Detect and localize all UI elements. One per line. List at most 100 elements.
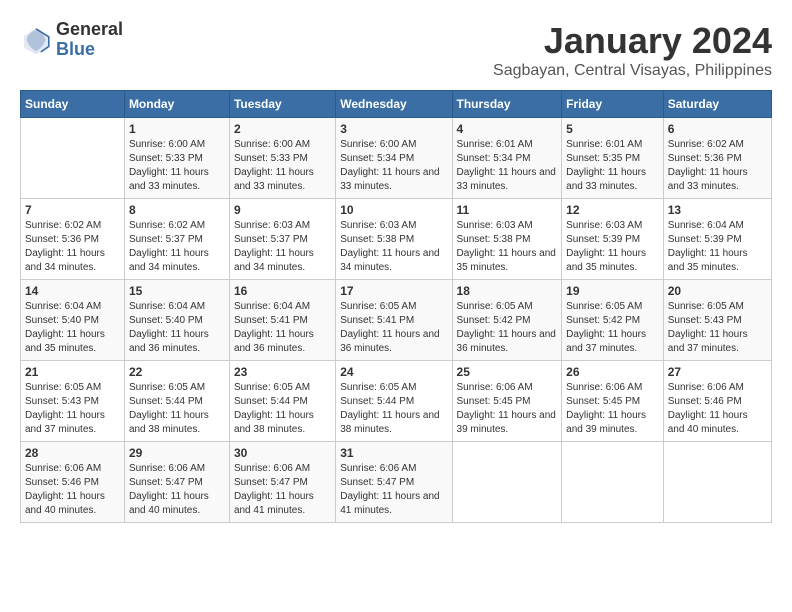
day-number: 16 — [234, 284, 331, 298]
calendar-cell — [663, 442, 771, 523]
calendar-cell: 24 Sunrise: 6:05 AM Sunset: 5:44 PM Dayl… — [336, 361, 452, 442]
day-number: 20 — [668, 284, 767, 298]
calendar-cell: 13 Sunrise: 6:04 AM Sunset: 5:39 PM Dayl… — [663, 199, 771, 280]
logo-line2: Blue — [56, 40, 123, 60]
day-info: Sunrise: 6:03 AM Sunset: 5:38 PM Dayligh… — [457, 219, 558, 275]
day-info: Sunrise: 6:00 AM Sunset: 5:33 PM Dayligh… — [129, 138, 225, 194]
day-info: Sunrise: 6:00 AM Sunset: 5:33 PM Dayligh… — [234, 138, 331, 194]
calendar-table: SundayMondayTuesdayWednesdayThursdayFrid… — [20, 90, 772, 523]
day-info: Sunrise: 6:03 AM Sunset: 5:39 PM Dayligh… — [566, 219, 659, 275]
day-info: Sunrise: 6:05 AM Sunset: 5:44 PM Dayligh… — [234, 381, 331, 437]
day-number: 19 — [566, 284, 659, 298]
calendar-cell — [452, 442, 562, 523]
calendar-cell: 20 Sunrise: 6:05 AM Sunset: 5:43 PM Dayl… — [663, 280, 771, 361]
day-info: Sunrise: 6:02 AM Sunset: 5:37 PM Dayligh… — [129, 219, 225, 275]
calendar-header: SundayMondayTuesdayWednesdayThursdayFrid… — [21, 91, 772, 118]
day-number: 26 — [566, 365, 659, 379]
day-number: 22 — [129, 365, 225, 379]
calendar-cell: 21 Sunrise: 6:05 AM Sunset: 5:43 PM Dayl… — [21, 361, 125, 442]
calendar-cell — [21, 118, 125, 199]
weekday-header: Sunday — [21, 91, 125, 118]
day-info: Sunrise: 6:02 AM Sunset: 5:36 PM Dayligh… — [668, 138, 767, 194]
day-info: Sunrise: 6:01 AM Sunset: 5:35 PM Dayligh… — [566, 138, 659, 194]
day-number: 30 — [234, 446, 331, 460]
day-info: Sunrise: 6:03 AM Sunset: 5:38 PM Dayligh… — [340, 219, 447, 275]
calendar-cell: 22 Sunrise: 6:05 AM Sunset: 5:44 PM Dayl… — [124, 361, 229, 442]
day-number: 7 — [25, 203, 120, 217]
weekday-header: Thursday — [452, 91, 562, 118]
calendar-cell: 2 Sunrise: 6:00 AM Sunset: 5:33 PM Dayli… — [229, 118, 335, 199]
weekday-header: Saturday — [663, 91, 771, 118]
day-info: Sunrise: 6:05 AM Sunset: 5:42 PM Dayligh… — [566, 300, 659, 356]
calendar-body: 1 Sunrise: 6:00 AM Sunset: 5:33 PM Dayli… — [21, 118, 772, 523]
calendar-cell: 26 Sunrise: 6:06 AM Sunset: 5:45 PM Dayl… — [562, 361, 664, 442]
calendar-cell: 19 Sunrise: 6:05 AM Sunset: 5:42 PM Dayl… — [562, 280, 664, 361]
calendar-cell: 8 Sunrise: 6:02 AM Sunset: 5:37 PM Dayli… — [124, 199, 229, 280]
calendar-week-row: 14 Sunrise: 6:04 AM Sunset: 5:40 PM Dayl… — [21, 280, 772, 361]
day-info: Sunrise: 6:05 AM Sunset: 5:42 PM Dayligh… — [457, 300, 558, 356]
day-info: Sunrise: 6:04 AM Sunset: 5:39 PM Dayligh… — [668, 219, 767, 275]
day-number: 11 — [457, 203, 558, 217]
day-number: 9 — [234, 203, 331, 217]
calendar-cell: 25 Sunrise: 6:06 AM Sunset: 5:45 PM Dayl… — [452, 361, 562, 442]
calendar-cell: 29 Sunrise: 6:06 AM Sunset: 5:47 PM Dayl… — [124, 442, 229, 523]
calendar-week-row: 1 Sunrise: 6:00 AM Sunset: 5:33 PM Dayli… — [21, 118, 772, 199]
calendar-cell: 17 Sunrise: 6:05 AM Sunset: 5:41 PM Dayl… — [336, 280, 452, 361]
page-header: General Blue January 2024 Sagbayan, Cent… — [20, 20, 772, 80]
day-info: Sunrise: 6:06 AM Sunset: 5:45 PM Dayligh… — [566, 381, 659, 437]
logo: General Blue — [20, 20, 123, 60]
calendar-cell — [562, 442, 664, 523]
day-number: 25 — [457, 365, 558, 379]
calendar-cell: 11 Sunrise: 6:03 AM Sunset: 5:38 PM Dayl… — [452, 199, 562, 280]
day-number: 28 — [25, 446, 120, 460]
day-number: 2 — [234, 122, 331, 136]
calendar-cell: 14 Sunrise: 6:04 AM Sunset: 5:40 PM Dayl… — [21, 280, 125, 361]
day-info: Sunrise: 6:04 AM Sunset: 5:40 PM Dayligh… — [129, 300, 225, 356]
sub-title: Sagbayan, Central Visayas, Philippines — [493, 62, 772, 80]
calendar-week-row: 21 Sunrise: 6:05 AM Sunset: 5:43 PM Dayl… — [21, 361, 772, 442]
calendar-cell: 9 Sunrise: 6:03 AM Sunset: 5:37 PM Dayli… — [229, 199, 335, 280]
day-number: 18 — [457, 284, 558, 298]
calendar-cell: 28 Sunrise: 6:06 AM Sunset: 5:46 PM Dayl… — [21, 442, 125, 523]
day-number: 6 — [668, 122, 767, 136]
logo-icon — [20, 24, 52, 56]
day-info: Sunrise: 6:05 AM Sunset: 5:43 PM Dayligh… — [668, 300, 767, 356]
day-number: 29 — [129, 446, 225, 460]
day-number: 8 — [129, 203, 225, 217]
day-info: Sunrise: 6:06 AM Sunset: 5:46 PM Dayligh… — [668, 381, 767, 437]
day-info: Sunrise: 6:05 AM Sunset: 5:41 PM Dayligh… — [340, 300, 447, 356]
calendar-cell: 7 Sunrise: 6:02 AM Sunset: 5:36 PM Dayli… — [21, 199, 125, 280]
day-info: Sunrise: 6:04 AM Sunset: 5:40 PM Dayligh… — [25, 300, 120, 356]
calendar-cell: 12 Sunrise: 6:03 AM Sunset: 5:39 PM Dayl… — [562, 199, 664, 280]
day-info: Sunrise: 6:04 AM Sunset: 5:41 PM Dayligh… — [234, 300, 331, 356]
day-info: Sunrise: 6:03 AM Sunset: 5:37 PM Dayligh… — [234, 219, 331, 275]
weekday-header: Monday — [124, 91, 229, 118]
day-info: Sunrise: 6:05 AM Sunset: 5:44 PM Dayligh… — [129, 381, 225, 437]
calendar-cell: 30 Sunrise: 6:06 AM Sunset: 5:47 PM Dayl… — [229, 442, 335, 523]
weekday-header: Tuesday — [229, 91, 335, 118]
calendar-cell: 31 Sunrise: 6:06 AM Sunset: 5:47 PM Dayl… — [336, 442, 452, 523]
calendar-cell: 3 Sunrise: 6:00 AM Sunset: 5:34 PM Dayli… — [336, 118, 452, 199]
day-number: 1 — [129, 122, 225, 136]
day-number: 23 — [234, 365, 331, 379]
day-number: 12 — [566, 203, 659, 217]
day-number: 15 — [129, 284, 225, 298]
day-info: Sunrise: 6:05 AM Sunset: 5:44 PM Dayligh… — [340, 381, 447, 437]
day-number: 4 — [457, 122, 558, 136]
calendar-cell: 16 Sunrise: 6:04 AM Sunset: 5:41 PM Dayl… — [229, 280, 335, 361]
day-number: 13 — [668, 203, 767, 217]
day-number: 24 — [340, 365, 447, 379]
calendar-cell: 18 Sunrise: 6:05 AM Sunset: 5:42 PM Dayl… — [452, 280, 562, 361]
calendar-cell: 23 Sunrise: 6:05 AM Sunset: 5:44 PM Dayl… — [229, 361, 335, 442]
title-block: January 2024 Sagbayan, Central Visayas, … — [493, 20, 772, 80]
day-info: Sunrise: 6:06 AM Sunset: 5:47 PM Dayligh… — [129, 462, 225, 518]
day-number: 3 — [340, 122, 447, 136]
day-info: Sunrise: 6:05 AM Sunset: 5:43 PM Dayligh… — [25, 381, 120, 437]
calendar-cell: 4 Sunrise: 6:01 AM Sunset: 5:34 PM Dayli… — [452, 118, 562, 199]
day-info: Sunrise: 6:06 AM Sunset: 5:45 PM Dayligh… — [457, 381, 558, 437]
day-number: 14 — [25, 284, 120, 298]
day-info: Sunrise: 6:02 AM Sunset: 5:36 PM Dayligh… — [25, 219, 120, 275]
calendar-cell: 6 Sunrise: 6:02 AM Sunset: 5:36 PM Dayli… — [663, 118, 771, 199]
day-number: 21 — [25, 365, 120, 379]
day-number: 17 — [340, 284, 447, 298]
